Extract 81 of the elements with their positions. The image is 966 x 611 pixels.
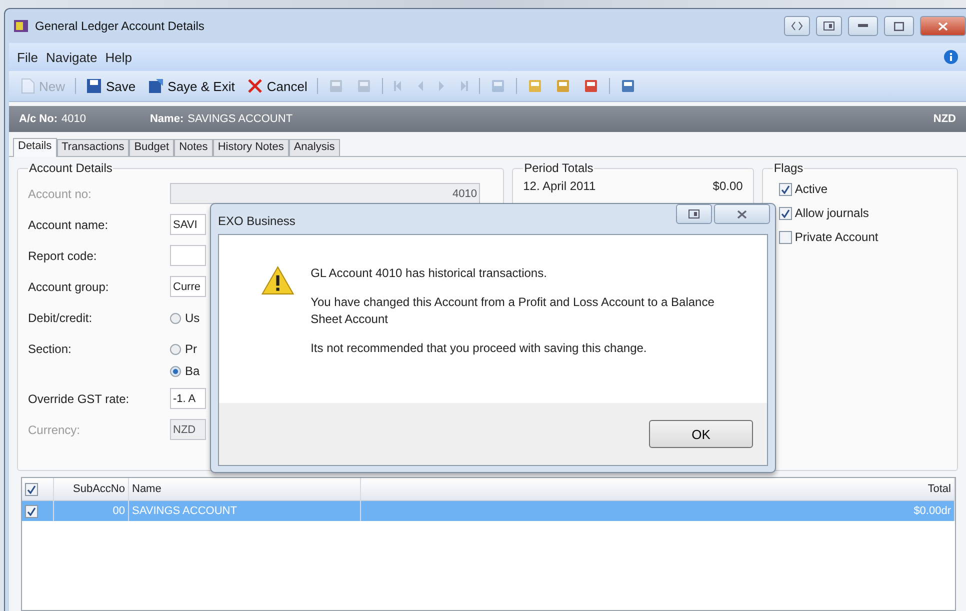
new-document-icon	[21, 78, 35, 94]
field-label: Account name:	[28, 217, 110, 232]
resize-button[interactable]	[784, 16, 810, 36]
tab[interactable]: Budget	[129, 139, 174, 156]
flag-checkbox[interactable]: Active	[772, 177, 947, 201]
field-label: Account group:	[28, 279, 110, 294]
window-title: General Ledger Account Details	[35, 19, 206, 33]
dialog-message: Its not recommended that you proceed with saving this change.	[310, 340, 648, 357]
field-label: Override GST rate:	[28, 391, 130, 406]
radio-option[interactable]: Ba	[170, 364, 200, 378]
dialog-message: You have changed this Account from a Profit and Loss Account to a Balance Sheet Account	[310, 294, 716, 328]
group-title: Account Details	[28, 161, 114, 175]
group-title: Period Totals	[523, 161, 594, 175]
close-button[interactable]	[920, 16, 966, 36]
group-title: Flags	[772, 161, 804, 175]
tab[interactable]: History Notes	[212, 139, 289, 156]
flag-checkbox[interactable]: Private Account	[772, 225, 947, 249]
account-name: SAVINGS ACCOUNT	[188, 113, 293, 125]
close-icon	[737, 210, 747, 218]
dock-button[interactable]	[816, 16, 842, 36]
arrows-icon	[791, 21, 803, 31]
input-field[interactable]: SAVI	[170, 214, 206, 235]
column-header[interactable]: SubAccNo	[54, 478, 129, 500]
menu-item[interactable]: Navigate	[46, 50, 98, 64]
info-icon[interactable]	[944, 50, 958, 64]
toolbar-button[interactable]: Cancel	[242, 75, 312, 97]
dialog-title: EXO Business	[218, 214, 296, 228]
tab[interactable]: Transactions	[56, 139, 130, 156]
maximize-icon	[894, 22, 904, 30]
input-field[interactable]	[170, 245, 206, 266]
select-all-checkbox[interactable]	[25, 482, 38, 496]
field-label: Currency:	[28, 422, 82, 437]
account-name-label: Name:	[150, 113, 184, 125]
toolbar-button[interactable]: Saye & Exit	[144, 75, 239, 97]
row-checkbox[interactable]	[25, 504, 38, 518]
first-icon	[393, 80, 404, 92]
tab[interactable]: Notes	[174, 139, 213, 156]
warning-icon	[261, 265, 295, 296]
table-cell: 00	[54, 501, 129, 521]
toolbar-button[interactable]: Save	[82, 75, 140, 97]
save-exit-icon	[148, 78, 164, 94]
tab[interactable]: Analysis	[288, 139, 340, 156]
checkmark-icon	[27, 506, 36, 516]
field-label: Report code:	[28, 248, 98, 263]
minimize-button[interactable]	[848, 16, 878, 36]
input-field[interactable]: -1. A	[170, 388, 206, 409]
menu-item[interactable]: Help	[105, 50, 132, 64]
column-header[interactable]: Total	[361, 478, 955, 500]
field-label: Debit/credit:	[28, 310, 94, 325]
checkmark-icon	[780, 208, 790, 218]
column-header[interactable]: Name	[129, 478, 361, 500]
dock-button[interactable]	[676, 204, 712, 224]
save-icon	[86, 78, 102, 94]
flag-checkbox[interactable]: Allow journals	[772, 201, 947, 225]
field-label: Section:	[28, 341, 72, 356]
maximize-button[interactable]	[884, 16, 914, 36]
account-number-label: A/c No:	[19, 113, 58, 125]
currency-code: NZD	[933, 113, 956, 125]
dialog-message: GL Account 4010 has historical transactions.	[310, 265, 548, 282]
checkmark-icon	[780, 184, 790, 194]
period-amount: $0.00	[712, 179, 743, 193]
minimize-icon	[858, 24, 868, 28]
dock-icon	[823, 21, 835, 31]
checkmark-icon	[27, 484, 36, 494]
table-cell: $0.00dr	[361, 501, 955, 521]
ok-button[interactable]: OK	[649, 420, 753, 448]
radio-option[interactable]: Pr	[170, 342, 200, 356]
field-label: Account no:	[28, 186, 92, 201]
tab[interactable]: Details	[13, 138, 57, 157]
table-cell: SAVINGS ACCOUNT	[129, 501, 361, 521]
menu-item[interactable]: File	[17, 50, 38, 64]
account-number: 4010	[62, 113, 86, 125]
dock-icon	[688, 209, 700, 219]
last-icon	[459, 80, 470, 92]
radio-option[interactable]: Us	[170, 311, 200, 325]
close-icon	[246, 78, 263, 94]
app-icon	[13, 19, 29, 33]
period-label: 12. April 2011	[523, 179, 596, 193]
close-icon	[938, 22, 948, 30]
input-field[interactable]: Curre	[170, 276, 206, 297]
close-button[interactable]	[714, 204, 770, 224]
